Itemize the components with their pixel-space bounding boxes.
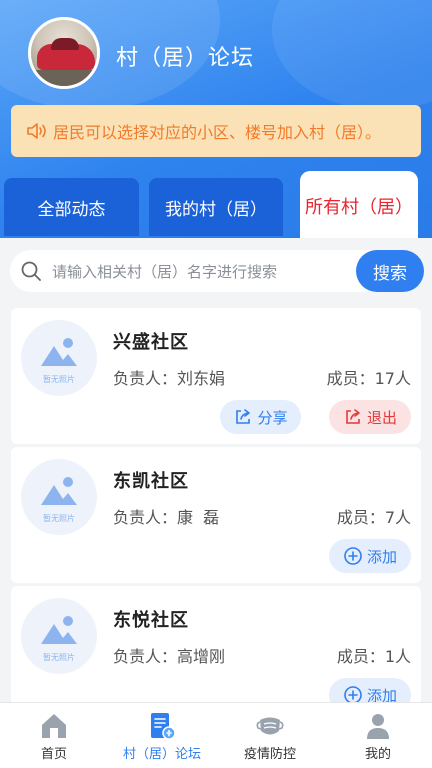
add-label: 添加: [366, 686, 397, 703]
community-name: 兴盛社区: [113, 332, 189, 353]
user-icon: [367, 714, 389, 739]
nav-mine-label: 我的: [364, 747, 391, 762]
avatar-car-image: [37, 38, 95, 70]
community-thumbnail: 暂无照片: [21, 459, 97, 535]
tab-all-activity[interactable]: 全部动态: [4, 178, 139, 236]
search-icon: [21, 261, 41, 281]
add-label: 添加: [366, 547, 397, 566]
mask-icon: [256, 717, 284, 735]
community-card[interactable]: 暂无照片 兴盛社区 负责人：刘东娟 成员：17人 分享 退出: [11, 308, 421, 444]
search-button[interactable]: 搜索: [356, 250, 424, 292]
share-icon: [236, 409, 251, 424]
share-label: 分享: [257, 408, 288, 427]
community-thumbnail: 暂无照片: [21, 320, 97, 396]
community-members: 成员：1人: [336, 647, 411, 666]
community-name: 东悦社区: [113, 610, 189, 631]
nav-home[interactable]: 首页: [0, 703, 108, 768]
add-button[interactable]: 添加: [329, 678, 411, 702]
image-placeholder-icon: [41, 338, 77, 366]
plus-circle-icon: [344, 686, 362, 702]
thumbnail-label: 暂无照片: [43, 514, 75, 523]
nav-epidemic-label: 疫情防控: [243, 747, 296, 762]
home-icon: [42, 714, 66, 738]
nav-forum-label: 村（居）论坛: [122, 747, 201, 762]
header-decoration: [272, 0, 432, 110]
tab-all-villages[interactable]: 所有村（居）: [300, 171, 418, 241]
community-leader: 负责人：高增刚: [113, 647, 226, 666]
share-button[interactable]: 分享: [220, 400, 301, 434]
avatar[interactable]: [28, 17, 100, 89]
tab-bar: 全部动态 我的村（居） 所有村（居）: [0, 171, 432, 241]
exit-icon: [346, 409, 360, 424]
image-placeholder-icon: [41, 616, 77, 644]
nav-forum[interactable]: 村（居）论坛: [108, 703, 216, 768]
speaker-icon: [27, 123, 46, 139]
community-thumbnail: 暂无照片: [21, 598, 97, 674]
forum-icon: [151, 713, 176, 740]
community-members: 成员：17人: [326, 369, 411, 388]
tab-my-village[interactable]: 我的村（居）: [149, 178, 283, 236]
exit-button[interactable]: 退出: [329, 400, 411, 434]
community-leader: 负责人：康 磊: [113, 508, 220, 527]
nav-epidemic[interactable]: 疫情防控: [216, 703, 324, 768]
nav-mine[interactable]: 我的: [324, 703, 432, 768]
community-members: 成员：7人: [336, 508, 411, 527]
search-row: 请输入相关村（居）名字进行搜索 搜索: [10, 250, 424, 292]
thumbnail-label: 暂无照片: [43, 375, 75, 384]
exit-label: 退出: [366, 408, 397, 427]
plus-circle-icon: [344, 547, 362, 565]
search-placeholder: 请输入相关村（居）名字进行搜索: [52, 262, 278, 281]
community-card[interactable]: 暂无照片 东悦社区 负责人：高增刚 成员：1人 添加: [11, 586, 421, 702]
nav-home-label: 首页: [40, 747, 67, 762]
notice-text: 居民可以选择对应的小区、楼号加入村（居）。: [53, 123, 382, 142]
add-button[interactable]: 添加: [329, 539, 411, 573]
page-title: 村（居）论坛: [116, 46, 255, 71]
notice-banner: 居民可以选择对应的小区、楼号加入村（居）。: [11, 105, 421, 157]
community-name: 东凯社区: [113, 471, 189, 492]
community-leader: 负责人：刘东娟: [113, 369, 226, 388]
bottom-nav: 首页 村（居）论坛 疫情防控 我的: [0, 702, 432, 768]
main-content: 请输入相关村（居）名字进行搜索 搜索 暂无照片 兴盛社区 负责人：刘东娟 成员：…: [0, 238, 432, 702]
thumbnail-label: 暂无照片: [43, 653, 75, 662]
image-placeholder-icon: [41, 477, 77, 505]
community-card[interactable]: 暂无照片 东凯社区 负责人：康 磊 成员：7人 添加: [11, 447, 421, 583]
